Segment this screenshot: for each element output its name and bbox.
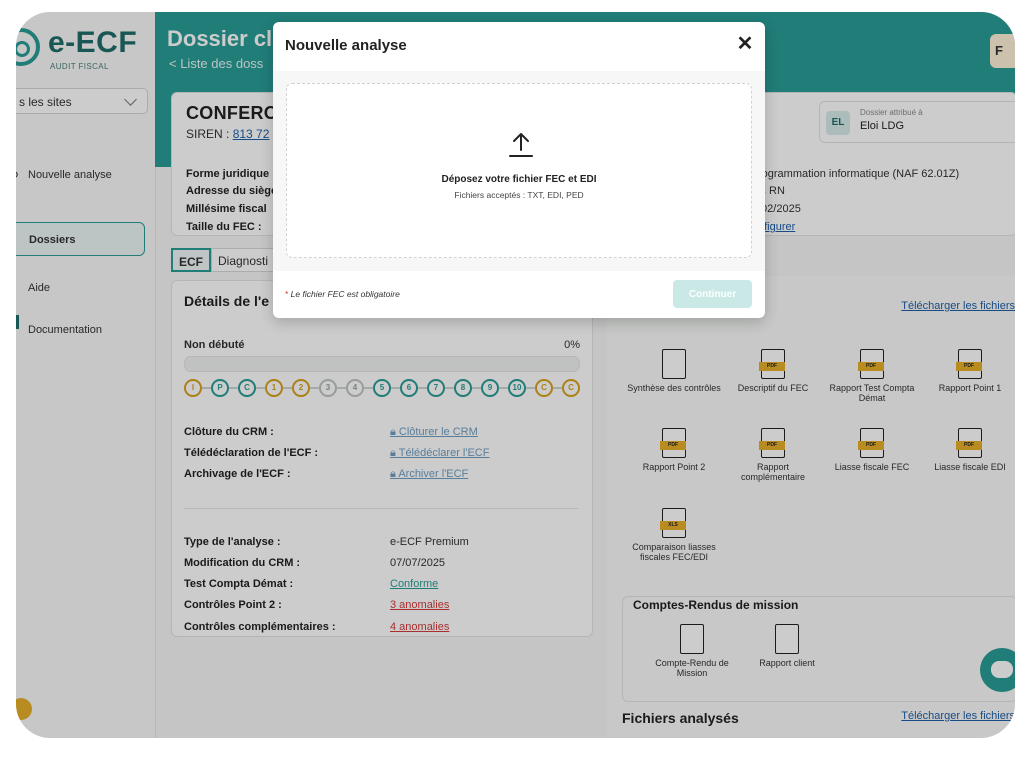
modal-title: Nouvelle analyse	[285, 37, 407, 54]
new-analysis-modal: Nouvelle analyse ✕ Déposez votre fichier…	[273, 22, 765, 318]
required-text: Le fichier FEC est obligatoire	[288, 289, 400, 299]
dropzone-subtitle: Fichiers acceptés : TXT, EDI, PED	[454, 190, 584, 200]
upload-icon	[509, 133, 533, 157]
continue-button[interactable]: Continuer	[673, 280, 752, 308]
required-note: * Le fichier FEC est obligatoire	[285, 289, 400, 299]
close-icon[interactable]: ✕	[735, 33, 755, 55]
app-window: e-ECF AUDIT FISCAL s les sites ⚲ Nouvell…	[16, 12, 1015, 738]
dropzone-title: Déposez votre fichier FEC et EDI	[441, 174, 597, 185]
file-dropzone[interactable]: Déposez votre fichier FEC et EDI Fichier…	[286, 83, 752, 258]
